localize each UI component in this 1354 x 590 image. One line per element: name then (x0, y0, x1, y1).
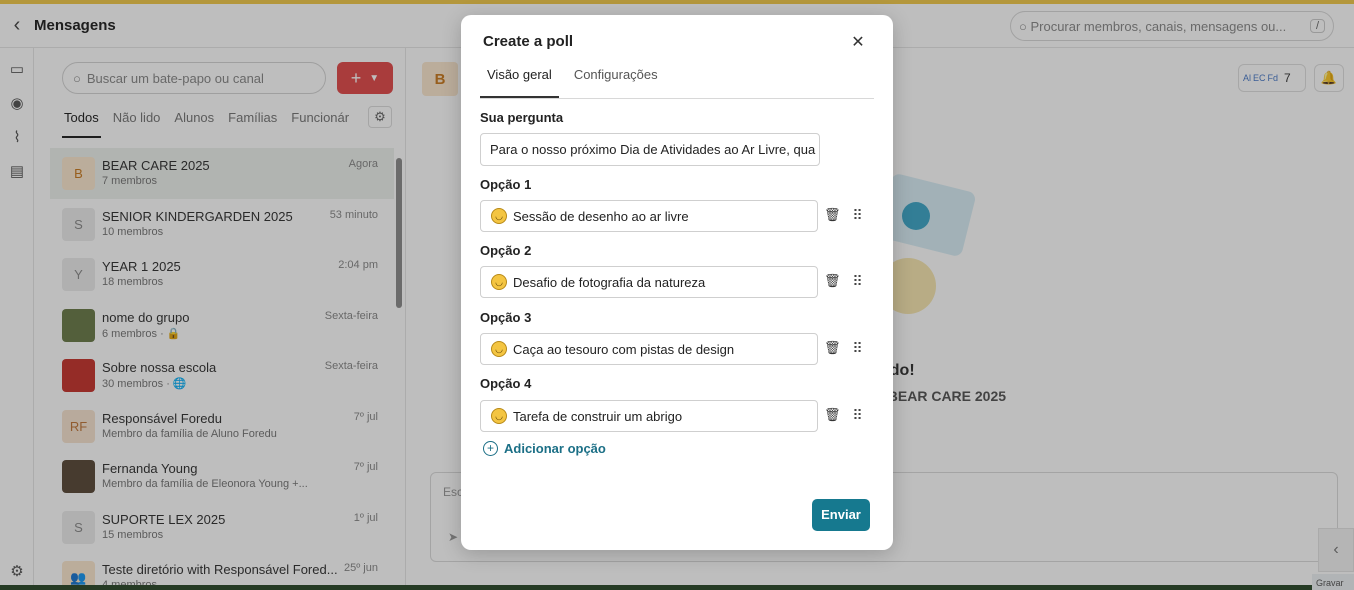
question-label: Sua pergunta (480, 110, 564, 125)
drag-handle-icon[interactable]: ⠿ (851, 340, 863, 358)
tab-configuracoes[interactable]: Configurações (567, 65, 665, 98)
delete-option-2-icon[interactable]: 🗑 (824, 273, 841, 291)
modal-tabs: Visão geral Configurações (480, 65, 874, 99)
modal-title: Create a poll (483, 33, 574, 50)
emoji-picker-icon[interactable]: ◡ (491, 274, 507, 290)
option-4-value: Tarefa de construir um abrigo (513, 408, 683, 424)
option-1-input[interactable]: ◡ Sessão de desenho ao ar livre (480, 200, 818, 232)
option-2-value: Desafio de fotografia da natureza (513, 274, 706, 290)
delete-option-1-icon[interactable]: 🗑 (824, 207, 841, 225)
drag-handle-icon[interactable]: ⠿ (851, 273, 863, 291)
emoji-picker-icon[interactable]: ◡ (491, 408, 507, 424)
send-button[interactable]: Enviar (812, 499, 870, 531)
delete-option-3-icon[interactable]: 🗑 (824, 340, 841, 358)
drag-handle-icon[interactable]: ⠿ (851, 207, 863, 225)
option-3-input[interactable]: ◡ Caça ao tesouro com pistas de design (480, 333, 818, 365)
question-input[interactable]: Para o nosso próximo Dia de Atividades a… (480, 133, 820, 166)
option-2-input[interactable]: ◡ Desafio de fotografia da natureza (480, 266, 818, 298)
drag-handle-icon[interactable]: ⠿ (851, 407, 863, 425)
option-1-label: Opção 1 (480, 177, 532, 192)
create-poll-modal: Create a poll ✕ Visão geral Configuraçõe… (461, 15, 893, 550)
add-option-label: Adicionar opção (504, 441, 606, 456)
option-4-label: Opção 4 (480, 376, 532, 391)
tab-visao-geral[interactable]: Visão geral (480, 65, 559, 98)
option-3-value: Caça ao tesouro com pistas de design (513, 341, 735, 357)
option-2-label: Opção 2 (480, 243, 532, 258)
emoji-picker-icon[interactable]: ◡ (491, 208, 507, 224)
option-1-value: Sessão de desenho ao ar livre (513, 208, 689, 224)
plus-circle-icon: + (483, 441, 498, 456)
option-3-label: Opção 3 (480, 310, 532, 325)
close-icon[interactable]: ✕ (849, 34, 867, 52)
delete-option-4-icon[interactable]: 🗑 (824, 407, 841, 425)
emoji-picker-icon[interactable]: ◡ (491, 341, 507, 357)
add-option-button[interactable]: + Adicionar opção (483, 441, 606, 456)
option-4-input[interactable]: ◡ Tarefa de construir um abrigo (480, 400, 818, 432)
